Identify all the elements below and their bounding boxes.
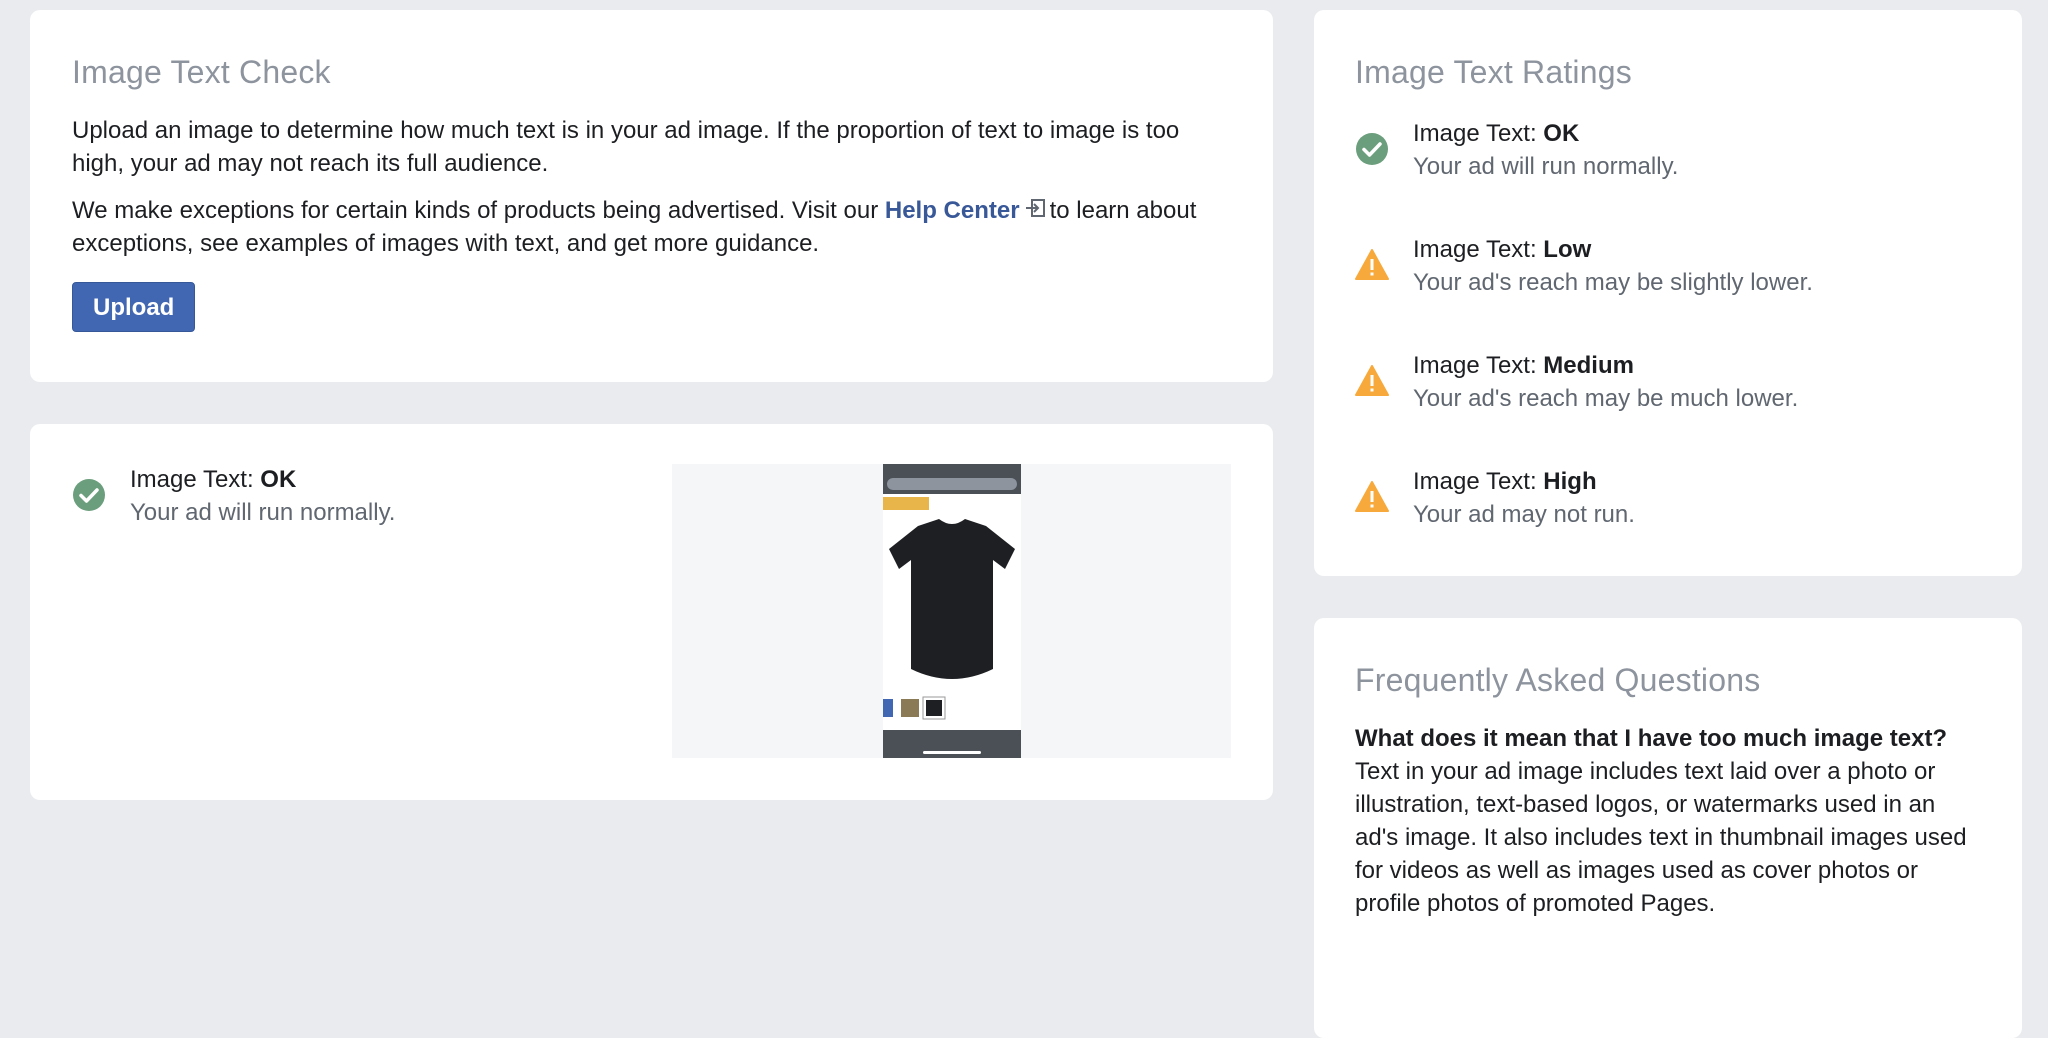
rating-medium: Image Text: Medium Your ad's reach may b… xyxy=(1355,350,1975,420)
faq-card: Frequently Asked Questions What does it … xyxy=(1314,618,2022,1038)
exceptions-text-before: We make exceptions for certain kinds of … xyxy=(72,197,879,224)
warning-icon xyxy=(1355,249,1389,280)
intro-paragraph: Upload an image to determine how much te… xyxy=(72,117,1180,177)
uploaded-image-preview xyxy=(672,464,1231,758)
faq-answer: Text in your ad image includes text laid… xyxy=(1355,758,1967,917)
tshirt-product-image xyxy=(883,464,1021,758)
rating-prefix: Image Text: xyxy=(1413,236,1537,263)
rating-prefix: Image Text: xyxy=(1413,352,1537,379)
rating-label: Image Text: OK xyxy=(1413,118,1579,150)
rating-prefix: Image Text: xyxy=(1413,468,1537,495)
help-center-link[interactable]: Help Center xyxy=(885,197,1020,224)
result-card: Image Text: OK Your ad will run normally… xyxy=(30,424,1273,800)
rating-level: High xyxy=(1543,468,1597,495)
card-title: Image Text Check xyxy=(72,54,331,90)
rating-label: Image Text: High xyxy=(1413,466,1597,498)
rating-level: Low xyxy=(1543,236,1592,263)
result-prefix: Image Text: xyxy=(130,466,254,493)
rating-label: Image Text: Medium xyxy=(1413,350,1634,382)
image-text-check-card: Image Text Check Upload an image to dete… xyxy=(30,10,1273,382)
rating-label: Image Text: Low xyxy=(1413,234,1591,266)
rating-high: Image Text: High Your ad may not run. xyxy=(1355,466,1975,536)
rating-description: Your ad's reach may be much lower. xyxy=(1413,385,1799,412)
external-link-icon[interactable] xyxy=(1024,198,1046,220)
card-title: Image Text Ratings xyxy=(1355,54,1632,90)
result-level: OK xyxy=(260,466,297,493)
upload-button[interactable]: Upload xyxy=(72,282,196,332)
rating-description: Your ad's reach may be slightly lower. xyxy=(1413,269,1813,296)
warning-icon xyxy=(1355,481,1389,512)
rating-level: OK xyxy=(1543,120,1580,147)
rating-description: Your ad will run normally. xyxy=(1413,153,1679,180)
rating-ok: Image Text: OK Your ad will run normally… xyxy=(1355,118,1975,188)
exceptions-paragraph: We make exceptions for certain kinds of … xyxy=(72,194,1231,260)
rating-description: Your ad may not run. xyxy=(1413,501,1635,528)
result-label: Image Text: OK xyxy=(130,464,296,496)
warning-icon xyxy=(1355,365,1389,396)
faq-question: What does it mean that I have too much i… xyxy=(1355,725,1948,752)
check-circle-icon xyxy=(73,479,105,511)
phone-screenshot-image xyxy=(883,464,1021,758)
rating-prefix: Image Text: xyxy=(1413,120,1537,147)
image-text-ratings-card: Image Text Ratings Image Text: OK Your a… xyxy=(1314,10,2022,576)
rating-low: Image Text: Low Your ad's reach may be s… xyxy=(1355,234,1975,304)
result-description: Your ad will run normally. xyxy=(130,499,396,526)
card-title: Frequently Asked Questions xyxy=(1355,662,1761,698)
check-circle-icon xyxy=(1356,133,1388,165)
rating-level: Medium xyxy=(1543,352,1634,379)
